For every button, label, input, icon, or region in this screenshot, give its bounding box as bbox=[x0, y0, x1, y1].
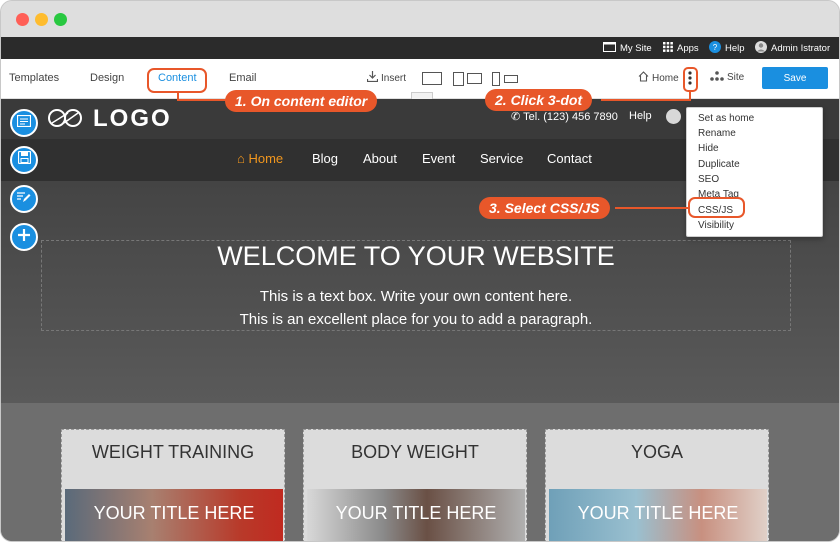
mobile-landscape-icon[interactable] bbox=[504, 75, 518, 83]
tab-design[interactable]: Design bbox=[90, 72, 124, 84]
maximize-window-button[interactable] bbox=[54, 13, 67, 26]
header-avatar[interactable] bbox=[666, 109, 681, 124]
card-image[interactable]: YOUR TITLE HERE bbox=[549, 489, 767, 541]
card-title: BODY WEIGHT bbox=[351, 442, 479, 462]
svg-text:?: ? bbox=[713, 43, 718, 52]
nav-item-contact[interactable]: Contact bbox=[547, 151, 592, 166]
nav-item-event[interactable]: Event bbox=[422, 151, 455, 166]
add-element-button[interactable] bbox=[10, 223, 38, 251]
header-help-link[interactable]: Help bbox=[629, 110, 652, 122]
save-panel-button[interactable] bbox=[10, 146, 38, 174]
site-button[interactable]: Site bbox=[710, 71, 744, 84]
card-title: YOGA bbox=[630, 442, 683, 462]
nav-item-home[interactable]: ⌂ Home bbox=[237, 151, 283, 166]
insert-label: Insert bbox=[381, 72, 407, 84]
three-dot-highlight bbox=[683, 67, 698, 92]
card-title: WEIGHT TRAINING bbox=[91, 442, 255, 462]
menu-item-visibility[interactable]: Visibility bbox=[698, 220, 734, 231]
callout-connector bbox=[601, 99, 691, 101]
callout-connector bbox=[689, 91, 691, 100]
question-icon: ? bbox=[709, 40, 721, 56]
callout-step-3: 3. Select CSS/JS bbox=[479, 197, 610, 219]
callout-step-2: 2. Click 3-dot bbox=[485, 89, 593, 111]
menu-item-hide[interactable]: Hide bbox=[698, 143, 719, 154]
card-body-weight[interactable]: BODY WEIGHT YOUR TITLE HERE bbox=[303, 429, 527, 541]
desktop-view-icon[interactable] bbox=[422, 72, 442, 85]
content-tab-highlight bbox=[147, 68, 207, 93]
callout-connector bbox=[615, 207, 689, 209]
my-site-label: My Site bbox=[620, 42, 652, 54]
apps-label: Apps bbox=[677, 42, 699, 54]
card-image[interactable]: YOUR TITLE HERE bbox=[307, 489, 525, 541]
nav-item-service[interactable]: Service bbox=[480, 151, 523, 166]
menu-item-seo[interactable]: SEO bbox=[698, 174, 719, 185]
edit-panel-button[interactable] bbox=[10, 185, 38, 213]
user-avatar-icon bbox=[755, 40, 767, 56]
callout-connector bbox=[177, 99, 229, 101]
card-image-title: YOUR TITLE HERE bbox=[577, 503, 739, 523]
card-image[interactable]: YOUR TITLE HERE bbox=[65, 489, 283, 541]
card-image-title: YOUR TITLE HERE bbox=[335, 503, 497, 523]
edit-icon bbox=[17, 190, 31, 208]
phone-number: Tel. (123) 456 7890 bbox=[523, 111, 618, 123]
save-button[interactable]: Save bbox=[762, 67, 828, 89]
menu-item-rename[interactable]: Rename bbox=[698, 128, 736, 139]
home-label: Home bbox=[652, 72, 679, 84]
nav-item-blog[interactable]: Blog bbox=[312, 151, 338, 166]
sitemap-icon bbox=[710, 71, 724, 84]
tab-email[interactable]: Email bbox=[229, 72, 257, 84]
header-phone: ✆ Tel. (123) 456 7890 bbox=[511, 110, 618, 123]
card-weight-training[interactable]: WEIGHT TRAINING YOUR TITLE HERE bbox=[61, 429, 285, 541]
monitor-icon bbox=[603, 41, 616, 55]
page-icon bbox=[16, 114, 32, 132]
callout-step-1: 1. On content editor bbox=[225, 90, 378, 112]
home-page-button[interactable]: Home bbox=[638, 71, 679, 85]
hero-paragraph-line1[interactable]: This is a text box. Write your own conte… bbox=[41, 288, 791, 305]
menu-item-set-as-home[interactable]: Set as home bbox=[698, 113, 754, 124]
menu-item-duplicate[interactable]: Duplicate bbox=[698, 159, 740, 170]
minimize-window-button[interactable] bbox=[35, 13, 48, 26]
help-label: Help bbox=[725, 42, 745, 54]
css-js-highlight bbox=[688, 197, 745, 218]
pages-panel-button[interactable] bbox=[10, 109, 38, 137]
site-label: Site bbox=[727, 72, 745, 83]
help-link[interactable]: ? Help bbox=[709, 37, 745, 59]
tablet-landscape-icon[interactable] bbox=[467, 73, 482, 84]
logo-infinity-icon bbox=[47, 109, 85, 132]
phone-icon: ✆ bbox=[511, 111, 524, 123]
plus-icon bbox=[18, 228, 30, 246]
title-bar bbox=[1, 1, 839, 37]
nav-item-about[interactable]: About bbox=[363, 151, 397, 166]
insert-button[interactable]: Insert bbox=[366, 71, 407, 85]
user-menu[interactable]: Admin Istrator bbox=[755, 37, 830, 59]
close-window-button[interactable] bbox=[16, 13, 29, 26]
home-icon bbox=[638, 71, 649, 85]
my-site-link[interactable]: My Site bbox=[603, 37, 652, 59]
site-logo-text[interactable]: LOGO bbox=[93, 105, 172, 133]
apps-link[interactable]: Apps bbox=[663, 37, 699, 59]
download-icon bbox=[366, 71, 379, 85]
user-name: Admin Istrator bbox=[771, 42, 831, 54]
browser-window: My Site Apps ? Help Admin Istrator Templ… bbox=[0, 0, 840, 542]
save-icon bbox=[17, 150, 31, 169]
home-icon: ⌂ bbox=[237, 151, 245, 166]
nav-home-label: Home bbox=[248, 151, 284, 166]
hero-paragraph-line2[interactable]: This is an excellent place for you to ad… bbox=[41, 311, 791, 328]
hero-title[interactable]: WELCOME TO YOUR WEBSITE bbox=[41, 241, 791, 272]
tab-templates[interactable]: Templates bbox=[9, 72, 59, 84]
card-yoga[interactable]: YOGA YOUR TITLE HERE bbox=[545, 429, 769, 541]
grid-icon bbox=[663, 41, 673, 55]
card-image-title: YOUR TITLE HERE bbox=[93, 503, 255, 523]
tablet-view-icon[interactable] bbox=[453, 72, 464, 86]
mobile-view-icon[interactable] bbox=[492, 72, 500, 86]
admin-top-bar: My Site Apps ? Help Admin Istrator bbox=[1, 37, 839, 59]
